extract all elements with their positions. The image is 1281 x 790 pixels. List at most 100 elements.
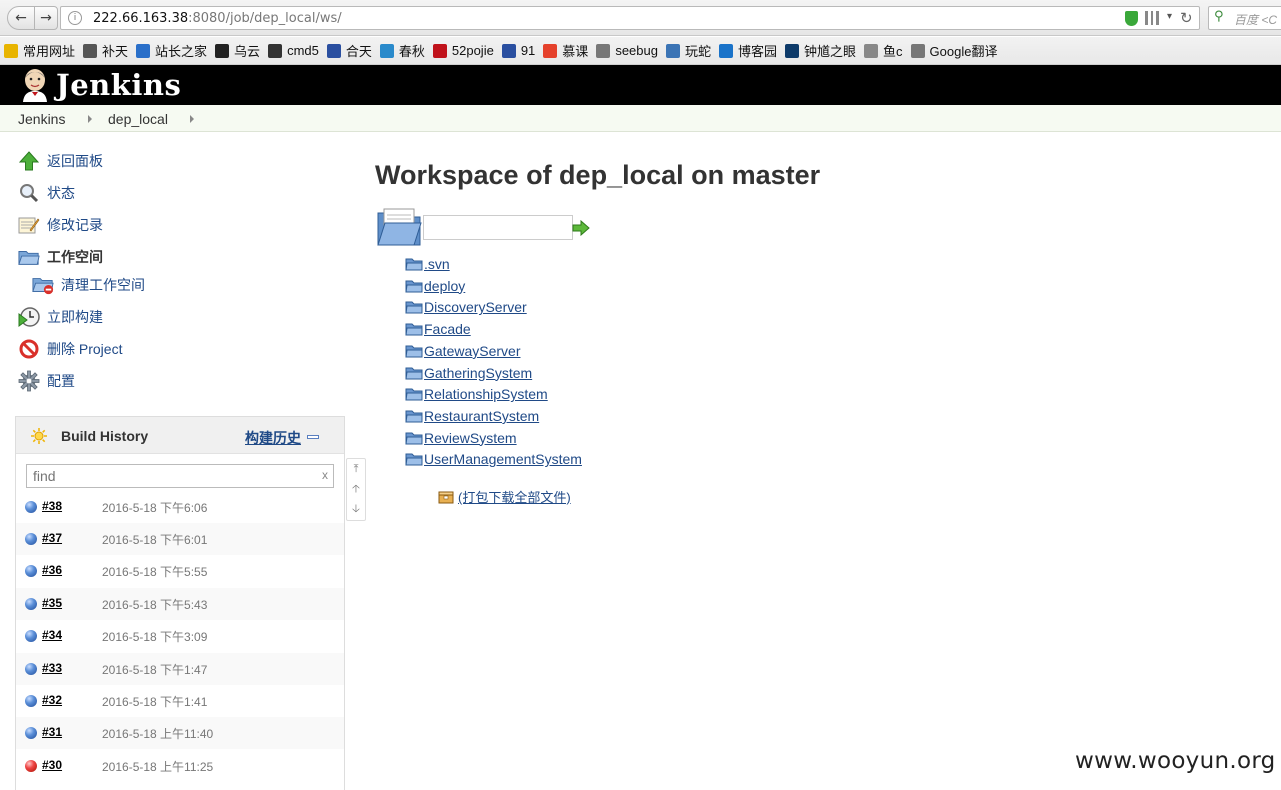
build-number-link[interactable]: #30: [42, 758, 62, 772]
build-date[interactable]: 2016-5-18 上午11:40: [102, 725, 213, 742]
bookmark-item[interactable]: Google翻译: [910, 41, 998, 60]
build-date[interactable]: 2016-5-18 下午6:01: [102, 531, 207, 548]
jenkins-butler-icon[interactable]: [20, 68, 50, 102]
path-input[interactable]: [423, 215, 573, 240]
task-back-to-dashboard[interactable]: 返回面板: [18, 150, 103, 172]
folder-icon: [405, 453, 423, 466]
task-status[interactable]: 状态: [18, 182, 75, 204]
bookmark-label: 合天: [345, 44, 372, 59]
build-date[interactable]: 2016-5-18 下午1:47: [102, 661, 207, 678]
bookmark-item[interactable]: 春秋: [379, 41, 425, 60]
build-date[interactable]: 2016-5-18 下午1:41: [102, 693, 207, 710]
download-all-row: (打包下载全部文件): [438, 487, 571, 506]
bookmark-icon: [543, 43, 558, 58]
build-trend-link[interactable]: 构建历史: [245, 428, 301, 448]
directory-link[interactable]: ReviewSystem: [424, 430, 517, 446]
bookmark-item[interactable]: 慕课: [543, 41, 588, 60]
notepad-icon: [18, 214, 40, 236]
bookmark-item[interactable]: seebug: [596, 43, 658, 58]
build-search-input[interactable]: [27, 465, 307, 487]
download-all-link[interactable]: (打包下载全部文件): [458, 487, 571, 506]
jenkins-logo-text[interactable]: Jenkins: [56, 68, 181, 102]
bookmark-icon: [432, 43, 447, 58]
build-number-link[interactable]: #33: [42, 661, 62, 675]
task-wipe-workspace[interactable]: 清理工作空间: [32, 274, 145, 296]
bookmark-item[interactable]: 91: [501, 43, 535, 58]
forward-arrow-icon: →: [40, 10, 52, 26]
build-date[interactable]: 2016-5-18 下午5:43: [102, 596, 207, 613]
build-number-link[interactable]: #37: [42, 531, 62, 545]
build-date[interactable]: 2016-5-18 下午6:06: [102, 499, 207, 516]
task-changes[interactable]: 修改记录: [18, 214, 103, 236]
build-number-link[interactable]: #36: [42, 563, 62, 577]
build-status-ball-icon: [25, 598, 37, 610]
page-up-icon[interactable]: 🡡: [347, 479, 365, 499]
forward-button[interactable]: →: [34, 6, 58, 30]
directory-link[interactable]: RestaurantSystem: [424, 408, 539, 424]
bookmark-item[interactable]: 常用网址: [4, 41, 75, 60]
qr-code-icon[interactable]: [1145, 11, 1159, 25]
bookmark-icon: [379, 43, 394, 58]
task-configure[interactable]: 配置: [18, 370, 75, 392]
clear-icon[interactable]: x: [322, 468, 328, 482]
browser-search-box[interactable]: ⚲ 百度 <C: [1208, 6, 1281, 30]
task-label: 删除 Project: [47, 341, 123, 357]
directory-link[interactable]: DiscoveryServer: [424, 299, 527, 315]
search-placeholder: 百度 <C: [1234, 13, 1278, 27]
breadcrumb-arrow-icon[interactable]: [190, 115, 194, 123]
build-date[interactable]: 2016-5-18 下午3:09: [102, 628, 207, 645]
build-number-link[interactable]: #35: [42, 596, 62, 610]
address-bar[interactable]: i 222.66.163.38:8080/job/dep_local/ws/ ▾…: [60, 6, 1200, 30]
directory-link[interactable]: deploy: [424, 278, 465, 294]
jenkins-header: Jenkins: [0, 65, 1281, 105]
bookmark-item[interactable]: 补天: [83, 41, 128, 60]
collapse-icon[interactable]: [307, 435, 319, 439]
bookmark-item[interactable]: 合天: [326, 41, 372, 60]
bookmark-icon: [501, 43, 516, 58]
breadcrumb-job[interactable]: dep_local: [108, 111, 168, 127]
build-number-link[interactable]: #32: [42, 693, 62, 707]
directory-link[interactable]: GatewayServer: [424, 343, 520, 359]
bookmark-item[interactable]: 钟馗之眼: [785, 41, 856, 60]
bookmark-label: Google翻译: [929, 44, 998, 59]
build-row: #34 2016-5-18 下午3:09: [16, 620, 344, 652]
folder-icon: [18, 246, 40, 268]
task-label: 修改记录: [47, 217, 103, 233]
bookmark-item[interactable]: 鱼c: [864, 41, 903, 60]
breadcrumb-arrow-icon[interactable]: [88, 115, 92, 123]
directory-link[interactable]: UserManagementSystem: [424, 451, 582, 467]
build-date[interactable]: 2016-5-18 下午5:55: [102, 563, 207, 580]
build-row: #36 2016-5-18 下午5:55: [16, 555, 344, 587]
build-number-link[interactable]: #31: [42, 725, 62, 739]
build-number-link[interactable]: #34: [42, 628, 62, 642]
directory-link[interactable]: GatheringSystem: [424, 365, 532, 381]
build-date[interactable]: 2016-5-18 上午11:25: [102, 758, 213, 775]
task-build-now[interactable]: 立即构建: [18, 306, 103, 328]
directory-link[interactable]: .svn: [424, 256, 450, 272]
directory-item: DiscoveryServer: [405, 299, 527, 315]
shield-icon[interactable]: [1125, 11, 1138, 26]
task-delete-project[interactable]: 删除 Project: [18, 338, 122, 360]
url-text[interactable]: 222.66.163.38:8080/job/dep_local/ws/: [93, 11, 342, 26]
bookmark-item[interactable]: 52pojie: [432, 43, 494, 58]
build-number-link[interactable]: #38: [42, 499, 62, 513]
task-label: 返回面板: [47, 153, 103, 169]
breadcrumb-jenkins[interactable]: Jenkins: [18, 111, 65, 127]
folder-icon: [405, 388, 423, 401]
back-button[interactable]: ←: [7, 6, 35, 30]
task-workspace[interactable]: 工作空间: [18, 246, 103, 268]
build-history-pager: ⤒ 🡡 🡣: [346, 458, 366, 521]
reload-icon[interactable]: ↻: [1180, 9, 1193, 27]
go-arrow-icon[interactable]: [572, 220, 590, 236]
page-down-icon[interactable]: 🡣: [347, 499, 365, 519]
page-top-icon[interactable]: ⤒: [347, 459, 365, 479]
bookmark-item[interactable]: 站长之家: [136, 41, 207, 60]
directory-link[interactable]: Facade: [424, 321, 471, 337]
dropdown-icon[interactable]: ▾: [1167, 11, 1172, 22]
bookmark-item[interactable]: 博客园: [718, 41, 777, 60]
bookmark-item[interactable]: 乌云: [215, 41, 260, 60]
directory-link[interactable]: RelationshipSystem: [424, 386, 548, 402]
bookmark-item[interactable]: 玩蛇: [665, 41, 711, 60]
bookmark-item[interactable]: cmd5: [268, 43, 319, 58]
info-icon[interactable]: i: [68, 11, 82, 25]
